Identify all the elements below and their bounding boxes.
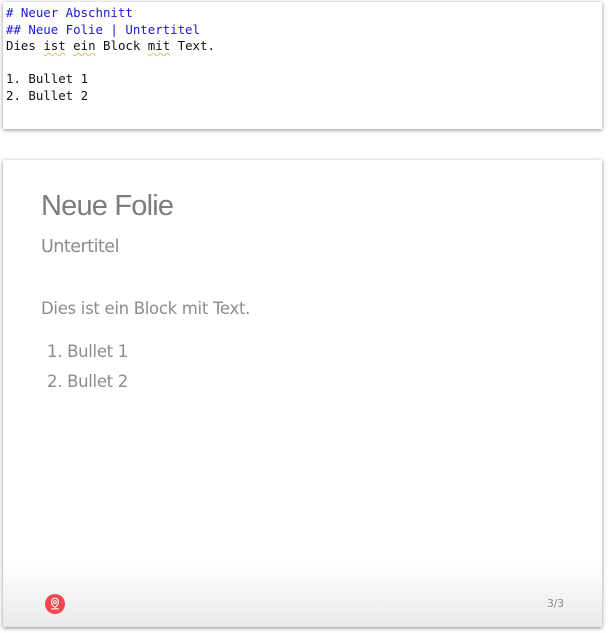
slide-preview: Neue Folie Untertitel Dies ist ein Block… xyxy=(3,160,602,627)
editor-line-list-item[interactable]: 1. Bullet 1 xyxy=(6,71,602,88)
spellcheck-underlined-word: ist xyxy=(43,38,66,53)
markdown-editor[interactable]: # Neuer Abschnitt ## Neue Folie | Untert… xyxy=(3,2,602,129)
brand-logo-icon xyxy=(45,594,65,614)
page-number: 3/3 xyxy=(547,598,564,610)
editor-line-list-item[interactable]: 2. Bullet 2 xyxy=(6,88,602,105)
editor-line-section-heading[interactable]: # Neuer Abschnitt xyxy=(6,5,602,22)
spellcheck-underlined-word: ein xyxy=(73,38,96,53)
slide-body-text: Dies ist ein Block mit Text. xyxy=(41,299,251,318)
spellcheck-underlined-word: mit xyxy=(147,38,171,53)
editor-text-fragment: Dies xyxy=(6,38,44,53)
editor-line-text[interactable]: Dies ist ein Block mit Text. xyxy=(6,38,602,55)
brand-logo-glyph xyxy=(51,597,59,610)
slide-bullet-item: 2. Bullet 2 xyxy=(47,371,128,391)
editor-line-blank[interactable] xyxy=(6,55,602,72)
slide-title: Neue Folie xyxy=(41,190,174,222)
slide-subtitle: Untertitel xyxy=(41,237,119,257)
editor-text-fragment: Block xyxy=(95,38,148,53)
slide-bullet-list: 1. Bullet 1 2. Bullet 2 xyxy=(47,337,128,396)
slide-bullet-item: 1. Bullet 1 xyxy=(47,342,128,361)
editor-text-fragment: Text. xyxy=(170,38,215,53)
editor-line-slide-heading[interactable]: ## Neue Folie | Untertitel xyxy=(6,22,602,39)
